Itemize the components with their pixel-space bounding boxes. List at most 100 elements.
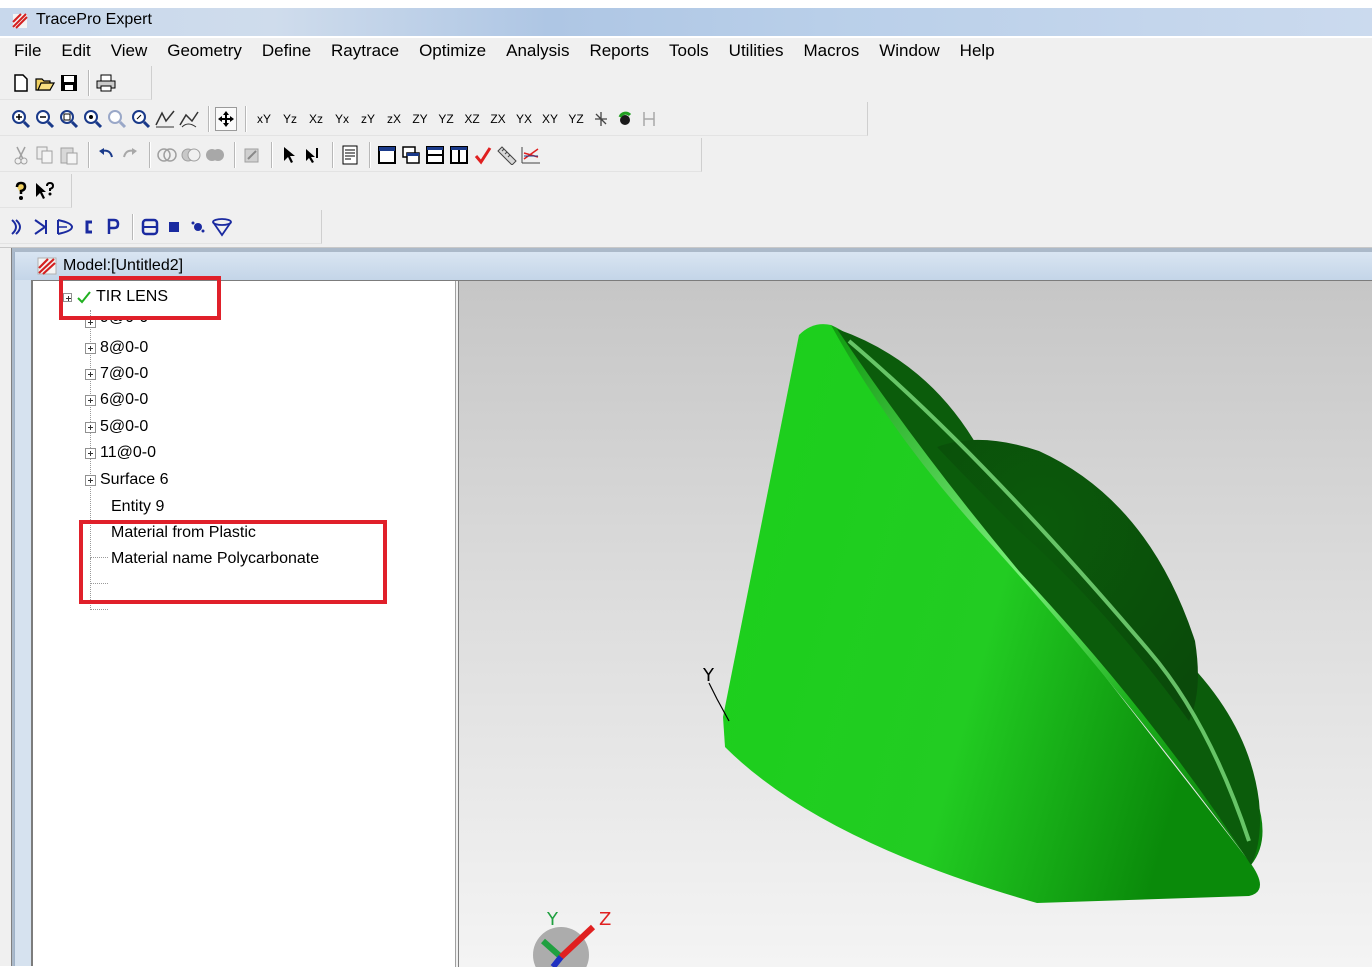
toolbar-separator <box>369 141 370 168</box>
tree-node-child[interactable]: 5@0-0 <box>85 414 148 440</box>
tree-node-child[interactable]: 11@0-0 <box>85 440 156 466</box>
expand-toggle-icon[interactable] <box>85 316 96 328</box>
expand-toggle-icon[interactable] <box>85 368 96 380</box>
save-button[interactable] <box>58 71 80 95</box>
move-object-button[interactable] <box>241 143 263 167</box>
cut-button[interactable] <box>10 143 32 167</box>
boolean-intersect-button[interactable] <box>156 143 178 167</box>
move-view-button[interactable] <box>215 106 237 131</box>
expand-toggle-icon[interactable] <box>63 292 72 302</box>
insert-particle-button[interactable] <box>187 215 209 239</box>
menu-help[interactable]: Help <box>950 41 1005 61</box>
cascade-window-button[interactable] <box>400 143 422 167</box>
view-iso-zy-button[interactable]: ZY <box>408 107 432 131</box>
view-xz-button[interactable]: Xz <box>304 107 328 131</box>
expand-toggle-icon[interactable] <box>85 394 96 406</box>
3d-model-viewport[interactable]: Y Y Z <box>459 281 1372 967</box>
menu-tools[interactable]: Tools <box>659 41 719 61</box>
tree-node-root[interactable]: TIR LENS <box>63 284 168 310</box>
zoom-all-button[interactable] <box>82 107 104 131</box>
document-title: Model:[Untitled2] <box>63 257 184 274</box>
view-xy-button[interactable]: xY <box>252 107 276 131</box>
tree-node-child[interactable]: 8@0-0 <box>85 335 148 361</box>
view-zy-button[interactable]: zY <box>356 107 380 131</box>
boolean-union-button[interactable] <box>204 143 226 167</box>
rotate-view-button[interactable] <box>178 107 200 131</box>
view-iso-zx-button[interactable]: ZX <box>486 107 510 131</box>
pan-view-button[interactable] <box>154 107 176 131</box>
menu-bar: File Edit View Geometry Define Raytrace … <box>0 38 1372 64</box>
menu-reports[interactable]: Reports <box>579 41 659 61</box>
view-iso-xz-button[interactable]: XZ <box>460 107 484 131</box>
insert-square-button[interactable] <box>163 215 185 239</box>
insert-cone-button[interactable] <box>211 215 233 239</box>
menu-edit[interactable]: Edit <box>51 41 100 61</box>
menu-define[interactable]: Define <box>252 41 321 61</box>
zoom-window-button[interactable] <box>58 107 80 131</box>
select-object-button[interactable] <box>278 143 300 167</box>
print-button[interactable] <box>95 71 117 95</box>
expand-toggle-icon[interactable] <box>85 474 96 486</box>
redo-button[interactable] <box>119 143 141 167</box>
zoom-out-icon <box>36 109 55 128</box>
insert-reflector-button[interactable] <box>30 215 52 239</box>
check-button[interactable] <box>472 143 494 167</box>
tree-node-child[interactable]: 6@0-0 <box>85 387 148 413</box>
zoom-out-button[interactable] <box>34 107 56 131</box>
help-button[interactable] <box>10 179 32 203</box>
tree-node-label: Surface 6 <box>100 471 169 488</box>
menu-optimize[interactable]: Optimize <box>409 41 496 61</box>
open-file-button[interactable] <box>34 71 56 95</box>
view-normal-button[interactable] <box>590 107 612 131</box>
view-rotate-axis-button[interactable]: YZ <box>564 107 588 131</box>
rotate-object-button[interactable] <box>614 107 636 131</box>
analysis-grid-button[interactable] <box>520 143 542 167</box>
menu-analysis[interactable]: Analysis <box>496 41 579 61</box>
view-zx-button[interactable]: zX <box>382 107 406 131</box>
view-yz-button[interactable]: Yz <box>278 107 302 131</box>
menu-view[interactable]: View <box>101 41 158 61</box>
view-yx-button[interactable]: Yx <box>330 107 354 131</box>
copy-button[interactable] <box>34 143 56 167</box>
measure-button[interactable] <box>496 143 518 167</box>
select-surface-button[interactable] <box>302 143 324 167</box>
tree-leaf[interactable]: Material name Polycarbonate <box>111 546 319 572</box>
tile-vertical-button[interactable] <box>448 143 470 167</box>
menu-macros[interactable]: Macros <box>793 41 869 61</box>
menu-geometry[interactable]: Geometry <box>157 41 252 61</box>
h-view-button[interactable] <box>638 107 660 131</box>
tree-leaf[interactable]: Material from Plastic <box>111 520 256 546</box>
view-iso-yx-button[interactable]: YX <box>512 107 536 131</box>
zoom-dynamic-button[interactable] <box>130 107 152 131</box>
tree-leaf[interactable]: Entity 9 <box>111 494 164 520</box>
boolean-subtract-button[interactable] <box>180 143 202 167</box>
insert-bracket-button[interactable] <box>78 215 100 239</box>
menu-raytrace[interactable]: Raytrace <box>321 41 409 61</box>
insert-lens-button[interactable] <box>6 215 28 239</box>
document-titlebar[interactable]: Model:[Untitled2] <box>15 252 1372 280</box>
zoom-previous-button[interactable] <box>106 107 128 131</box>
expand-toggle-icon[interactable] <box>85 447 96 459</box>
context-help-button[interactable] <box>34 179 56 203</box>
paste-button[interactable] <box>58 143 80 167</box>
expand-toggle-icon[interactable] <box>85 421 96 433</box>
view-iso-yz-button[interactable]: YZ <box>434 107 458 131</box>
tree-node-child[interactable]: Surface 6 <box>85 467 168 493</box>
new-file-button[interactable] <box>10 71 32 95</box>
insert-primitive-button[interactable] <box>102 215 124 239</box>
single-window-button[interactable] <box>376 143 398 167</box>
tree-node-child[interactable]: 7@0-0 <box>85 361 148 387</box>
zoom-in-button[interactable] <box>10 107 32 131</box>
tree-node-child[interactable]: 9@0-0 <box>85 309 148 335</box>
insert-prism-button[interactable] <box>54 215 76 239</box>
menu-utilities[interactable]: Utilities <box>719 41 794 61</box>
view-iso-xy-button[interactable]: XY <box>538 107 562 131</box>
menu-file[interactable]: File <box>6 41 51 61</box>
insert-block-button[interactable] <box>139 215 161 239</box>
tile-horizontal-button[interactable] <box>424 143 446 167</box>
expand-toggle-icon[interactable] <box>85 342 96 354</box>
menu-window[interactable]: Window <box>869 41 949 61</box>
properties-button[interactable] <box>339 143 361 167</box>
undo-button[interactable] <box>95 143 117 167</box>
model-document-window: Model:[Untitled2] TIR LENS 9@0-0 8@0-0 7… <box>14 252 1372 967</box>
